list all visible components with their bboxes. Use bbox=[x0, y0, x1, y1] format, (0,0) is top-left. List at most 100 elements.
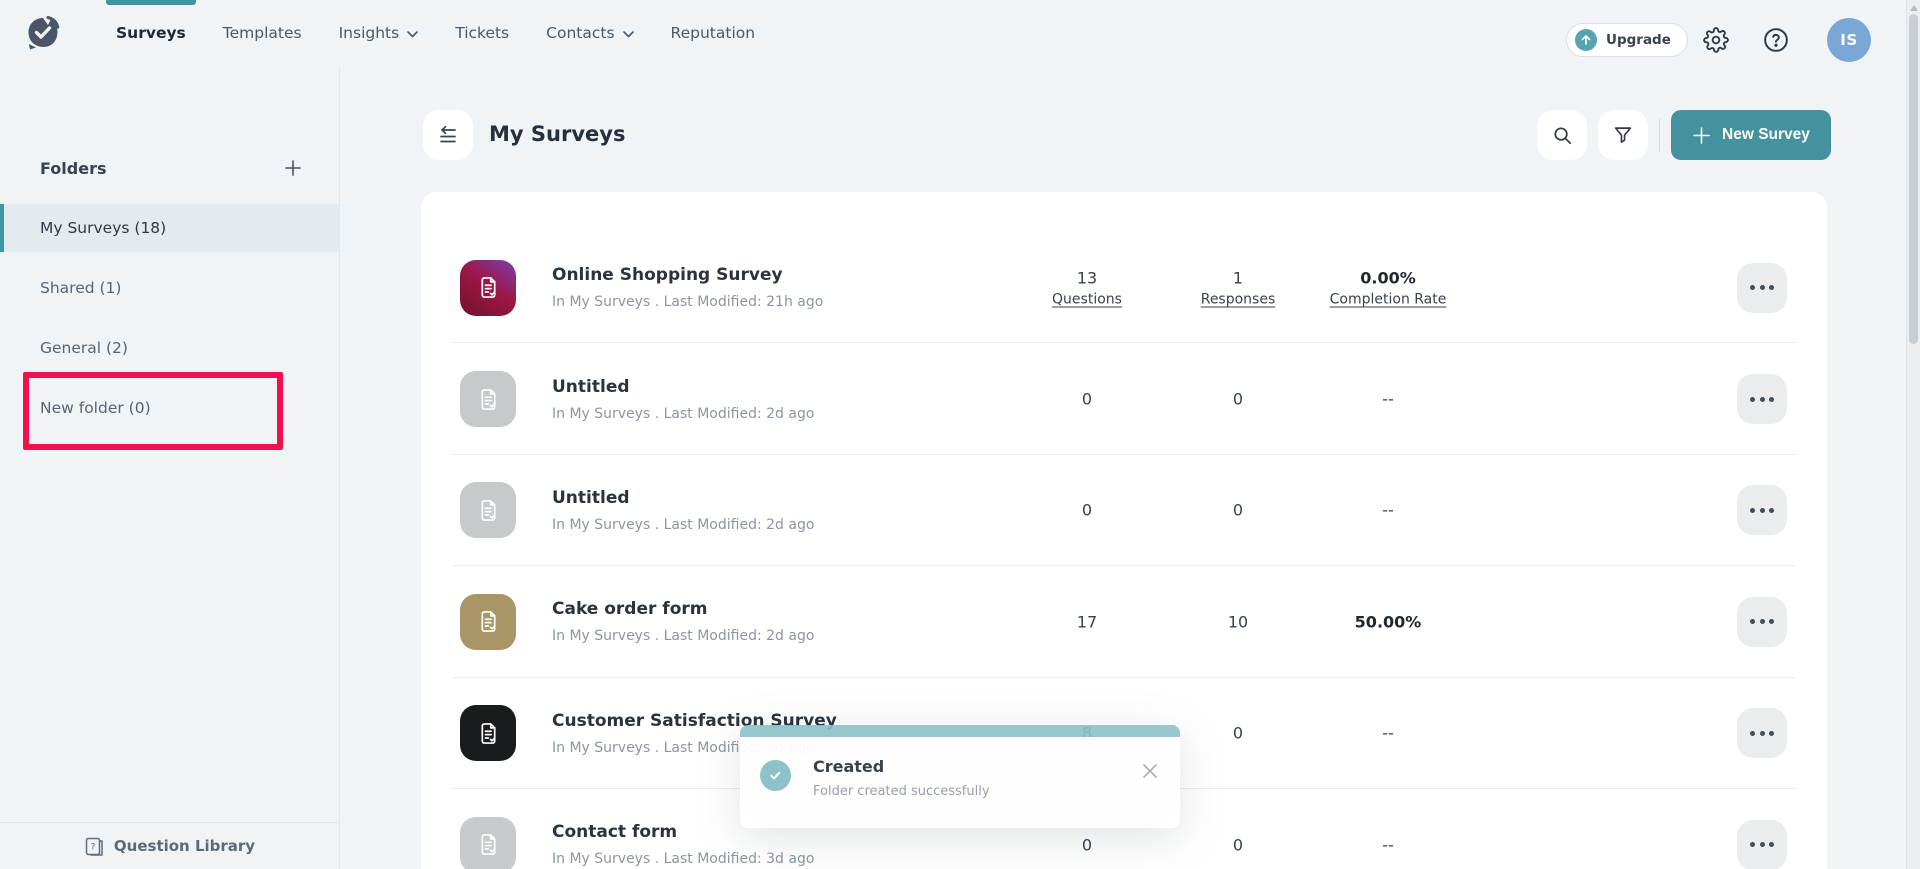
row-more-options-button[interactable] bbox=[1737, 708, 1787, 758]
responses-count: 10 bbox=[1228, 612, 1248, 631]
nav-item-contacts[interactable]: Contacts bbox=[546, 0, 633, 66]
survey-subtitle: In My Surveys . Last Modified: 2d ago bbox=[552, 517, 814, 533]
survey-title[interactable]: Cake order form bbox=[552, 599, 814, 619]
dot bbox=[1760, 619, 1765, 624]
scrollbar-thumb[interactable] bbox=[1909, 14, 1918, 344]
responses-link[interactable]: Responses bbox=[1201, 291, 1276, 307]
upgrade-label: Upgrade bbox=[1606, 32, 1671, 48]
stat-responses: 1 Responses bbox=[1158, 268, 1318, 307]
toast-close-icon[interactable] bbox=[1140, 761, 1160, 781]
vertical-scrollbar[interactable] bbox=[1906, 0, 1920, 869]
survey-document-check-icon bbox=[475, 831, 502, 858]
stat-completion: -- bbox=[1308, 835, 1468, 854]
app-logo-icon[interactable] bbox=[24, 13, 64, 53]
dot bbox=[1760, 842, 1765, 847]
question-library-button[interactable]: ? Question Library bbox=[0, 822, 339, 869]
survey-row[interactable]: Cake order form In My Surveys . Last Mod… bbox=[421, 566, 1827, 677]
survey-icon[interactable] bbox=[460, 260, 516, 316]
survey-row[interactable]: Untitled In My Surveys . Last Modified: … bbox=[421, 455, 1827, 566]
sidebar-folder-new-folder-0[interactable]: New folder (0) bbox=[0, 384, 339, 432]
survey-subtitle: In My Surveys . Last Modified: 2d ago bbox=[552, 406, 814, 422]
chevron-down-icon bbox=[407, 31, 418, 38]
survey-icon[interactable] bbox=[460, 482, 516, 538]
completion-rate-value: -- bbox=[1382, 501, 1394, 520]
stat-responses: 0 bbox=[1158, 835, 1318, 854]
survey-text-block: Untitled In My Surveys . Last Modified: … bbox=[552, 488, 814, 533]
toolbar-divider bbox=[1659, 118, 1660, 152]
survey-icon[interactable] bbox=[460, 817, 516, 869]
sidebar-folder-shared-1[interactable]: Shared (1) bbox=[0, 264, 339, 312]
row-more-options-button[interactable] bbox=[1737, 820, 1787, 869]
stat-responses: 10 bbox=[1158, 612, 1318, 631]
nav-item-reputation[interactable]: Reputation bbox=[671, 0, 756, 66]
nav-item-surveys[interactable]: Surveys bbox=[116, 0, 186, 66]
survey-subtitle: In My Surveys . Last Modified: 3d ago bbox=[552, 851, 814, 867]
survey-title[interactable]: Online Shopping Survey bbox=[552, 265, 823, 285]
add-folder-icon[interactable] bbox=[283, 158, 303, 178]
stat-questions: 0 bbox=[1007, 501, 1167, 520]
collapse-sidebar-icon bbox=[436, 123, 460, 147]
nav-item-insights[interactable]: Insights bbox=[339, 0, 419, 66]
stat-questions: 13 Questions bbox=[1007, 268, 1167, 307]
folder-item-label: New folder (0) bbox=[40, 399, 151, 417]
toast-notification: Created Folder created successfully bbox=[740, 725, 1180, 828]
responses-count: 1 bbox=[1233, 268, 1243, 287]
stat-questions: 17 bbox=[1007, 612, 1167, 631]
questions-count: 17 bbox=[1077, 612, 1097, 631]
user-avatar[interactable]: IS bbox=[1827, 18, 1871, 62]
collapse-sidebar-button[interactable] bbox=[423, 110, 473, 160]
filter-button[interactable] bbox=[1598, 110, 1648, 160]
row-more-options-button[interactable] bbox=[1737, 263, 1787, 313]
sidebar-folder-general-2[interactable]: General (2) bbox=[0, 324, 339, 372]
search-button[interactable] bbox=[1537, 110, 1587, 160]
completion-rate-link[interactable]: Completion Rate bbox=[1330, 291, 1447, 307]
dot bbox=[1760, 508, 1765, 513]
row-more-options-button[interactable] bbox=[1737, 374, 1787, 424]
upgrade-button[interactable]: Upgrade bbox=[1566, 23, 1688, 57]
row-more-options-button[interactable] bbox=[1737, 485, 1787, 535]
survey-icon[interactable] bbox=[460, 594, 516, 650]
plus-icon bbox=[1692, 126, 1711, 145]
nav-item-templates[interactable]: Templates bbox=[223, 0, 302, 66]
stat-completion: -- bbox=[1308, 501, 1468, 520]
scrollbar-up-arrow[interactable] bbox=[1910, 5, 1918, 11]
questions-count: 0 bbox=[1082, 835, 1092, 854]
upgrade-arrow-icon bbox=[1575, 29, 1597, 51]
dot bbox=[1769, 731, 1774, 736]
questions-link[interactable]: Questions bbox=[1052, 291, 1122, 307]
survey-text-block: Contact form In My Surveys . Last Modifi… bbox=[552, 822, 814, 867]
completion-rate-value: 50.00% bbox=[1355, 612, 1422, 631]
toast-progress-bar bbox=[740, 725, 1180, 737]
new-survey-label: New Survey bbox=[1722, 126, 1810, 144]
folders-header: Folders bbox=[40, 158, 303, 178]
survey-row[interactable]: Untitled In My Surveys . Last Modified: … bbox=[421, 343, 1827, 454]
stat-responses: 0 bbox=[1158, 724, 1318, 743]
top-navigation-bar: Surveys Templates Insights Tickets Conta… bbox=[0, 0, 1920, 66]
survey-icon[interactable] bbox=[460, 371, 516, 427]
questions-count: 0 bbox=[1082, 390, 1092, 409]
dot bbox=[1769, 285, 1774, 290]
question-library-book-icon: ? bbox=[84, 836, 105, 857]
row-more-options-button[interactable] bbox=[1737, 597, 1787, 647]
sidebar-folder-my-surveys-18[interactable]: My Surveys (18) bbox=[0, 204, 339, 252]
settings-gear-icon[interactable] bbox=[1703, 27, 1729, 53]
survey-subtitle: In My Surveys . Last Modified: 2d ago bbox=[552, 628, 814, 644]
help-icon[interactable] bbox=[1763, 27, 1789, 53]
stat-completion: 50.00% bbox=[1308, 612, 1468, 631]
dot bbox=[1750, 397, 1755, 402]
dot bbox=[1760, 397, 1765, 402]
nav-item-label: Surveys bbox=[116, 24, 186, 42]
stat-completion: -- bbox=[1308, 724, 1468, 743]
survey-icon[interactable] bbox=[460, 705, 516, 761]
survey-title[interactable]: Untitled bbox=[552, 377, 814, 397]
stat-questions: 0 bbox=[1007, 390, 1167, 409]
nav-item-label: Contacts bbox=[546, 24, 614, 42]
folder-item-label: General (2) bbox=[40, 339, 128, 357]
new-survey-button[interactable]: New Survey bbox=[1671, 110, 1831, 160]
survey-document-check-icon bbox=[475, 497, 502, 524]
survey-row[interactable]: Online Shopping Survey In My Surveys . L… bbox=[421, 232, 1827, 343]
nav-item-tickets[interactable]: Tickets bbox=[455, 0, 509, 66]
primary-nav: Surveys Templates Insights Tickets Conta… bbox=[116, 0, 755, 66]
dot bbox=[1750, 285, 1755, 290]
survey-title[interactable]: Untitled bbox=[552, 488, 814, 508]
